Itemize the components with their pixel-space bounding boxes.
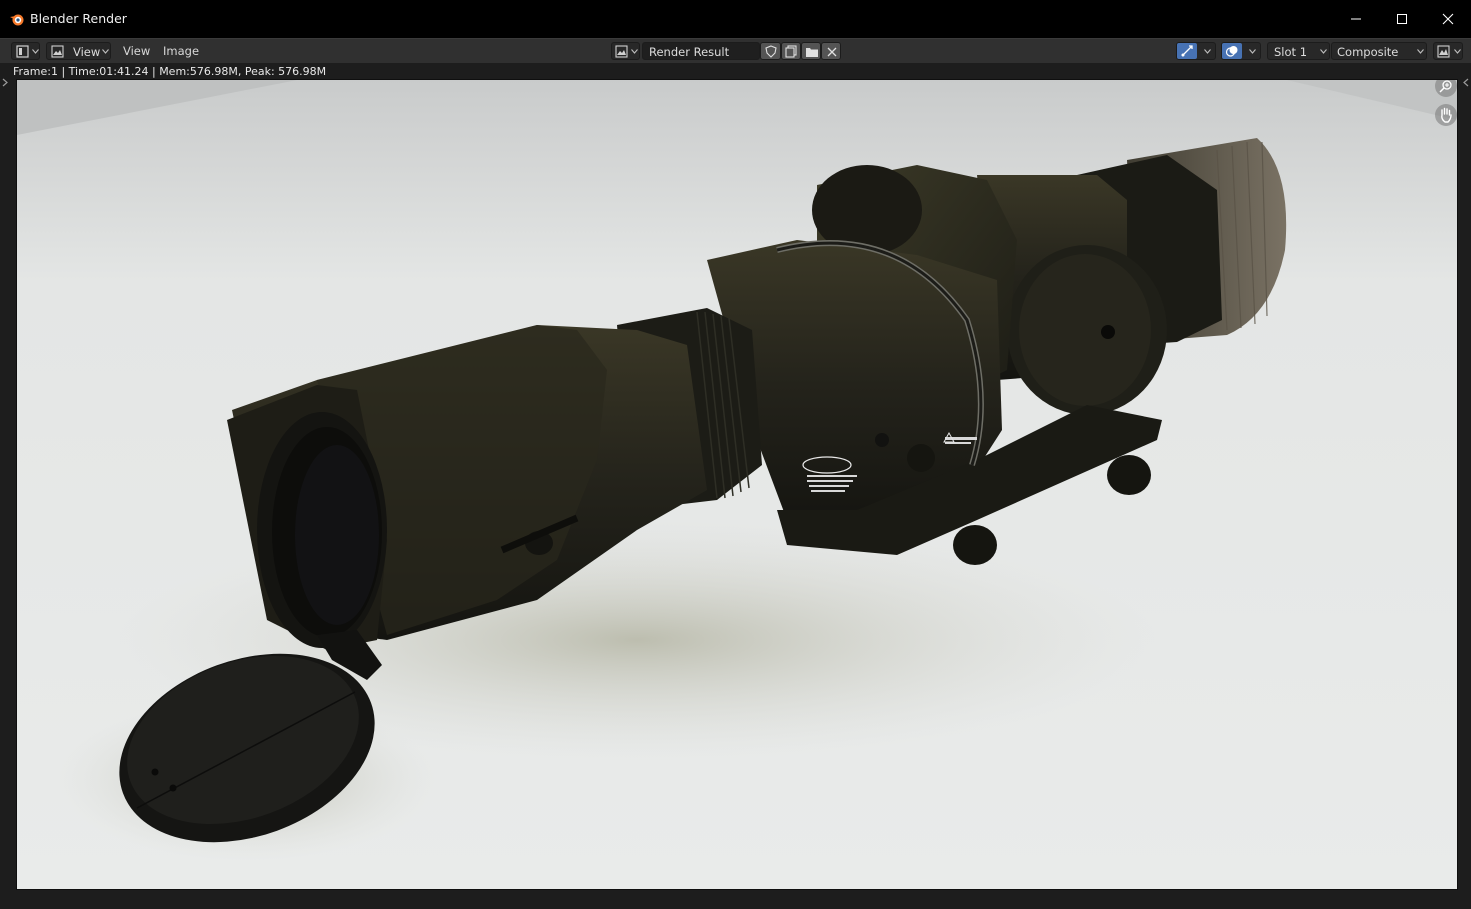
render-result-viewport[interactable] [16, 79, 1458, 890]
menu-image[interactable]: Image [163, 43, 199, 59]
overlay-icon [1225, 46, 1238, 57]
open-image-folder-icon [806, 48, 818, 57]
chevron-down-icon [1454, 49, 1461, 54]
display-channels-dropdown[interactable] [1433, 42, 1463, 60]
gizmo-toggle-button[interactable] [1176, 42, 1216, 60]
chevron-down-icon [631, 49, 638, 54]
pan-hand-icon [1441, 107, 1452, 123]
slot-dropdown[interactable]: Slot 1 [1267, 42, 1330, 60]
image-editor-header: View View Image Render Result Slot 1 Com… [0, 38, 1471, 63]
minimize-button[interactable] [1333, 0, 1379, 38]
chevron-down-icon [102, 49, 109, 54]
menu-view[interactable]: View [123, 43, 150, 59]
new-image-button[interactable] [781, 42, 801, 60]
overlay-toggle-button[interactable] [1221, 42, 1261, 60]
new-image-icon [785, 45, 797, 58]
slot-label: Slot 1 [1274, 45, 1308, 59]
gizmo-icon [1181, 45, 1193, 57]
layer-label: Composite [1337, 45, 1399, 59]
zoom-icon [1439, 80, 1452, 93]
maximize-icon [1397, 14, 1407, 24]
image-name-field[interactable]: Render Result [642, 42, 760, 60]
image-icon [615, 45, 628, 58]
chevron-down-icon [32, 49, 39, 54]
window-title: Blender Render [30, 11, 127, 26]
layer-dropdown[interactable]: Composite [1331, 42, 1427, 60]
pan-button[interactable] [1435, 104, 1457, 126]
unlink-image-button[interactable] [821, 42, 841, 60]
view-mode-label: View [73, 45, 101, 59]
open-image-button[interactable] [801, 42, 821, 60]
render-image [17, 80, 1457, 889]
chevron-down-icon [1320, 49, 1327, 54]
editor-type-button[interactable] [11, 42, 40, 60]
sidebar-expand-arrow-icon[interactable] [1462, 78, 1469, 87]
title-bar: Blender Render [0, 0, 1471, 38]
maximize-button[interactable] [1379, 0, 1425, 38]
image-icon [51, 45, 64, 58]
blender-logo-icon [10, 14, 24, 26]
toolbar-expand-arrow-icon[interactable] [2, 78, 9, 87]
chevron-down-icon [1249, 49, 1256, 54]
chevron-down-icon [1417, 49, 1424, 54]
image-editor-icon [16, 45, 29, 58]
minimize-icon [1351, 18, 1361, 20]
close-button[interactable] [1425, 0, 1471, 38]
fake-user-button[interactable] [760, 42, 781, 60]
render-stats-text: Frame:1 | Time:01:41.24 | Mem:576.98M, P… [13, 65, 327, 78]
display-channels-icon [1437, 45, 1450, 58]
unlink-x-icon [827, 47, 837, 57]
close-icon [1442, 13, 1454, 25]
image-name-text: Render Result [649, 45, 730, 59]
browse-image-button[interactable] [611, 42, 640, 60]
view-mode-dropdown[interactable]: View [46, 42, 111, 60]
fake-user-shield-icon [765, 45, 777, 58]
chevron-down-icon [1204, 49, 1211, 54]
